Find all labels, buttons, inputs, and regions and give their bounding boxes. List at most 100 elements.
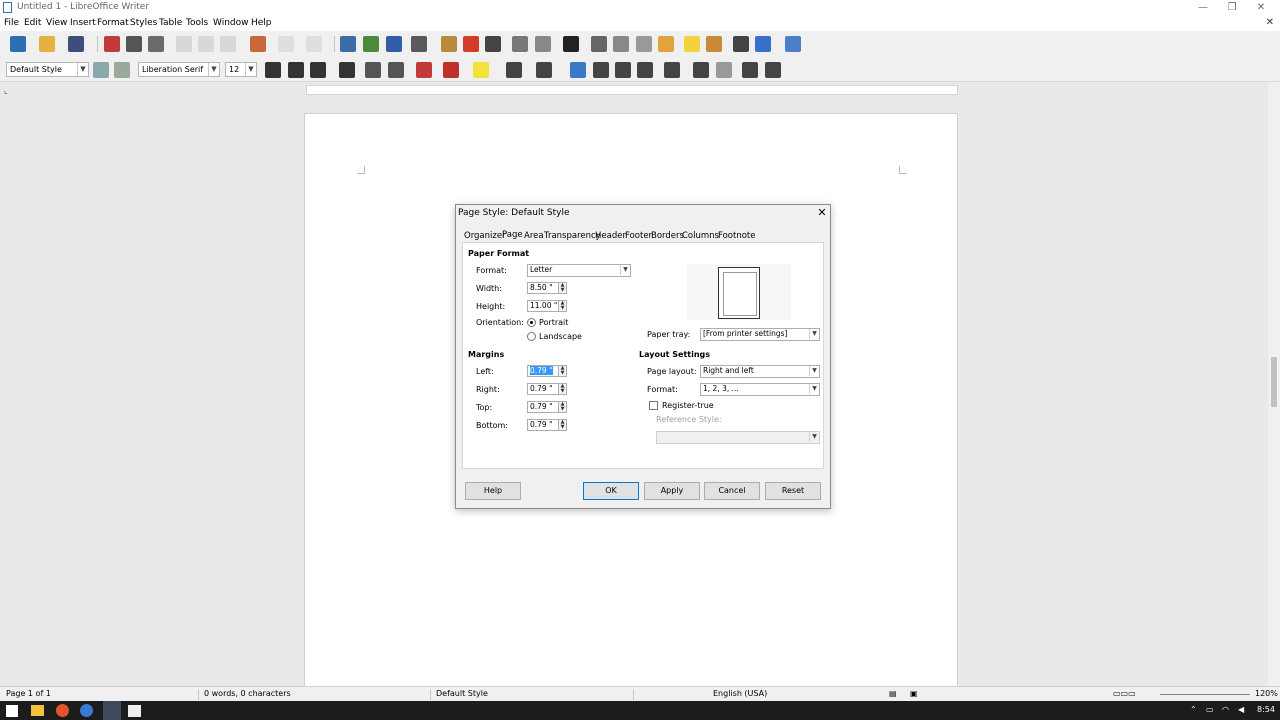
close-document-icon[interactable]: ✕ bbox=[1266, 17, 1274, 28]
portrait-radio[interactable] bbox=[527, 318, 536, 327]
menu-view[interactable]: View bbox=[46, 18, 67, 28]
cancel-button[interactable]: Cancel bbox=[704, 482, 760, 500]
tab-page[interactable]: Page bbox=[502, 230, 523, 240]
underline-icon[interactable] bbox=[310, 62, 326, 78]
insert-page-break-icon[interactable] bbox=[512, 36, 528, 52]
wifi-icon[interactable]: ◠ bbox=[1222, 705, 1229, 714]
landscape-label[interactable]: Landscape bbox=[539, 332, 582, 341]
menu-help[interactable]: Help bbox=[251, 18, 272, 28]
menu-edit[interactable]: Edit bbox=[24, 18, 41, 28]
open-folder-icon[interactable] bbox=[39, 36, 55, 52]
page-layout-select[interactable]: Right and left ▼ bbox=[700, 365, 820, 378]
tab-stop-selector-icon[interactable]: ⌞ bbox=[4, 86, 8, 95]
register-true-checkbox[interactable] bbox=[649, 401, 658, 410]
redo-icon[interactable] bbox=[306, 36, 322, 52]
insert-hyperlink-icon[interactable] bbox=[591, 36, 607, 52]
left-margin-spinbox[interactable]: 0.79 " ▲ ▼ bbox=[527, 365, 567, 377]
tab-columns[interactable]: Columns bbox=[682, 231, 719, 241]
spelling-icon[interactable] bbox=[363, 36, 379, 52]
highlighting-icon[interactable] bbox=[473, 62, 489, 78]
ok-button[interactable]: OK bbox=[583, 482, 639, 500]
insert-table-icon[interactable] bbox=[411, 36, 427, 52]
cut-icon[interactable] bbox=[176, 36, 192, 52]
paragraph-style-combo[interactable]: Default Style ▼ bbox=[6, 62, 89, 77]
decrease-paragraph-spacing-icon[interactable] bbox=[716, 62, 732, 78]
insert-endnote-icon[interactable] bbox=[636, 36, 652, 52]
increase-paragraph-spacing-icon[interactable] bbox=[693, 62, 709, 78]
superscript-icon[interactable] bbox=[365, 62, 381, 78]
spin-arrows-icon[interactable]: ▲ ▼ bbox=[558, 282, 567, 294]
tab-organizer[interactable]: Organizer bbox=[464, 231, 506, 241]
line-spacing-icon[interactable] bbox=[664, 62, 680, 78]
print-preview-icon[interactable] bbox=[148, 36, 164, 52]
numbering-format-select[interactable]: 1, 2, 3, ... ▼ bbox=[700, 383, 820, 396]
tray-chevron-up-icon[interactable]: ⌃ bbox=[1190, 705, 1197, 714]
insert-footnote-icon[interactable] bbox=[613, 36, 629, 52]
firefox-icon[interactable] bbox=[56, 704, 69, 717]
libreoffice-writer-task-icon[interactable] bbox=[103, 701, 121, 720]
selection-mode-icon[interactable]: ▤ bbox=[889, 689, 897, 698]
insert-comment-icon[interactable] bbox=[684, 36, 700, 52]
reset-button[interactable]: Reset bbox=[765, 482, 821, 500]
word-count-status[interactable]: 0 words, 0 characters bbox=[204, 689, 291, 698]
horizontal-ruler[interactable] bbox=[306, 85, 958, 95]
spin-arrows-icon[interactable]: ▲ ▼ bbox=[558, 401, 567, 413]
draw-functions-icon[interactable] bbox=[785, 36, 801, 52]
chevron-down-icon[interactable]: ▼ bbox=[809, 329, 819, 339]
portrait-label[interactable]: Portrait bbox=[539, 318, 568, 327]
spin-arrows-icon[interactable]: ▲ ▼ bbox=[558, 300, 567, 312]
menu-table[interactable]: Table bbox=[159, 18, 182, 28]
language-status[interactable]: English (USA) bbox=[713, 689, 767, 698]
register-true-label[interactable]: Register-true bbox=[662, 401, 714, 410]
new-document-icon[interactable] bbox=[10, 36, 26, 52]
chevron-down-icon[interactable]: ▼ bbox=[620, 265, 630, 275]
scrollbar-thumb[interactable] bbox=[1271, 357, 1277, 407]
apply-button[interactable]: Apply bbox=[644, 482, 700, 500]
bottom-margin-spinbox[interactable]: 0.79 " ▲ ▼ bbox=[527, 419, 567, 431]
justify-icon[interactable] bbox=[637, 62, 653, 78]
find-replace-icon[interactable] bbox=[340, 36, 356, 52]
network-icon[interactable]: ▭ bbox=[1206, 705, 1214, 714]
chrome-icon[interactable] bbox=[80, 704, 93, 717]
chevron-down-icon[interactable]: ▼ bbox=[809, 366, 819, 376]
insert-chart-icon[interactable] bbox=[463, 36, 479, 52]
tab-footer[interactable]: Footer bbox=[625, 231, 652, 241]
tab-transparency[interactable]: Transparency bbox=[544, 231, 601, 241]
font-size-combo[interactable]: 12 ▼ bbox=[225, 62, 257, 77]
menu-styles[interactable]: Styles bbox=[130, 18, 157, 28]
right-margin-spinbox[interactable]: 0.79 " ▲ ▼ bbox=[527, 383, 567, 395]
minimize-button[interactable]: — bbox=[1193, 1, 1213, 15]
align-left-icon[interactable] bbox=[570, 62, 586, 78]
formatting-marks-icon[interactable] bbox=[386, 36, 402, 52]
align-center-icon[interactable] bbox=[593, 62, 609, 78]
menu-format[interactable]: Format bbox=[97, 18, 129, 28]
page-count-status[interactable]: Page 1 of 1 bbox=[6, 689, 51, 698]
decrease-indent-icon[interactable] bbox=[765, 62, 781, 78]
export-pdf-icon[interactable] bbox=[104, 36, 120, 52]
windows-start-icon[interactable] bbox=[6, 705, 18, 717]
zoom-level[interactable]: 120% bbox=[1255, 689, 1278, 698]
chevron-down-icon[interactable]: ▼ bbox=[77, 63, 88, 76]
copy-icon[interactable] bbox=[198, 36, 214, 52]
chevron-down-icon[interactable]: ▼ bbox=[208, 63, 219, 76]
numbering-icon[interactable] bbox=[536, 62, 552, 78]
basic-shapes-icon[interactable] bbox=[755, 36, 771, 52]
file-explorer-icon[interactable] bbox=[31, 705, 44, 716]
insert-text-box-icon[interactable] bbox=[485, 36, 501, 52]
spin-arrows-icon[interactable]: ▲ ▼ bbox=[558, 365, 567, 377]
insert-image-icon[interactable] bbox=[441, 36, 457, 52]
volume-icon[interactable]: ◀ bbox=[1238, 705, 1244, 714]
paper-tray-select[interactable]: [From printer settings] ▼ bbox=[700, 328, 820, 341]
align-right-icon[interactable] bbox=[615, 62, 631, 78]
tab-header[interactable]: Header bbox=[595, 231, 626, 241]
clone-formatting-icon[interactable] bbox=[250, 36, 266, 52]
subscript-icon[interactable] bbox=[388, 62, 404, 78]
menu-tools[interactable]: Tools bbox=[186, 18, 208, 28]
tab-footnote[interactable]: Footnote bbox=[718, 231, 755, 241]
save-icon[interactable] bbox=[68, 36, 84, 52]
undo-icon[interactable] bbox=[278, 36, 294, 52]
tab-borders[interactable]: Borders bbox=[651, 231, 684, 241]
font-color-icon[interactable] bbox=[443, 62, 459, 78]
insert-field-icon[interactable] bbox=[535, 36, 551, 52]
spin-arrows-icon[interactable]: ▲ ▼ bbox=[558, 419, 567, 431]
